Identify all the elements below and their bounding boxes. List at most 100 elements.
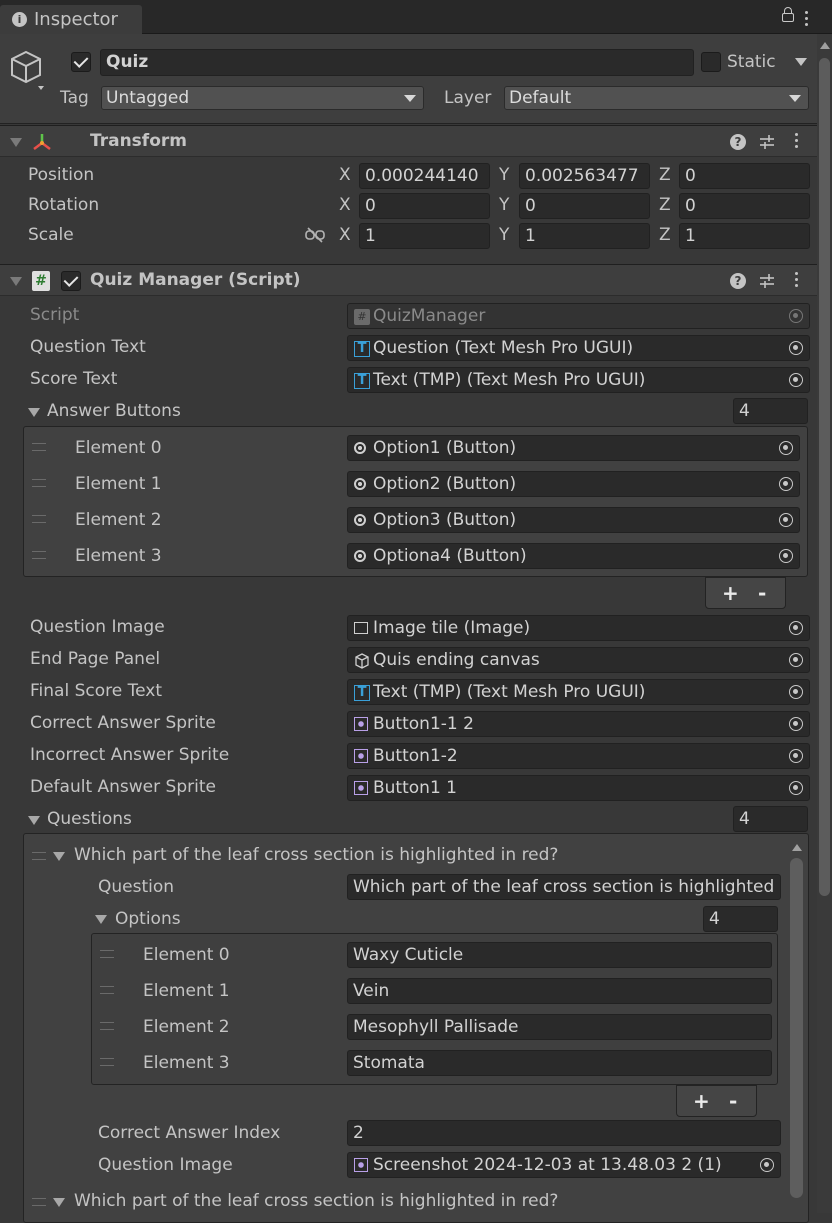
question-foldout-icon[interactable]	[53, 852, 65, 861]
object-picker-icon[interactable]	[779, 549, 793, 563]
layer-dropdown[interactable]: Default	[504, 86, 809, 110]
scale-z-field[interactable]: 1	[679, 223, 810, 249]
position-z-field[interactable]: 0	[679, 163, 810, 189]
transform-foldout-icon[interactable]	[10, 138, 22, 147]
drag-handle-icon[interactable]	[100, 1022, 114, 1030]
inspector-scrollbar[interactable]	[817, 34, 832, 1213]
correct-answer-index-field[interactable]: 2	[347, 1120, 781, 1146]
option-3-field[interactable]: Stomata	[347, 1050, 772, 1076]
list-item-value: Stomata	[353, 1053, 425, 1073]
question-image-field[interactable]: Screenshot 2024-12-03 at 13.48.03 2 (1)	[347, 1152, 781, 1178]
object-picker-icon[interactable]	[789, 717, 803, 731]
scale-x-field[interactable]: 1	[359, 223, 490, 249]
incorrect-answer-sprite-field[interactable]: Button1-2	[347, 743, 810, 769]
scroll-up-arrow-icon[interactable]	[820, 42, 830, 49]
transform-header[interactable]: Transform ?	[0, 125, 832, 157]
rotation-z-field[interactable]: 0	[679, 193, 810, 219]
remove-element-button[interactable]: -	[729, 1089, 737, 1113]
scrollbar-thumb[interactable]	[819, 58, 830, 896]
drag-handle-icon[interactable]	[32, 515, 46, 523]
quiz-manager-header[interactable]: # Quiz Manager (Script) ?	[0, 264, 832, 296]
tab-title: Inspector	[34, 9, 118, 30]
questions-scrollbar[interactable]	[789, 840, 805, 1200]
option-1-field[interactable]: Vein	[347, 978, 772, 1004]
drag-handle-icon[interactable]	[100, 986, 114, 994]
question-field[interactable]: Which part of the leaf cross section is …	[347, 874, 781, 900]
object-name-field[interactable]: Quiz	[100, 49, 694, 76]
object-picker-icon[interactable]	[789, 341, 803, 355]
tab-menu-icon[interactable]	[805, 11, 809, 29]
drag-handle-icon[interactable]	[32, 479, 46, 487]
end-page-panel-field[interactable]: Quis ending canvas	[347, 647, 810, 673]
object-picker-icon[interactable]	[779, 513, 793, 527]
object-picker-icon[interactable]	[789, 685, 803, 699]
add-element-button[interactable]: +	[693, 1089, 710, 1113]
scrollbar-thumb[interactable]	[790, 858, 803, 1198]
options-foldout-icon[interactable]	[95, 915, 107, 924]
object-picker-icon[interactable]	[789, 749, 803, 763]
tab-inspector[interactable]: i Inspector	[0, 5, 142, 34]
position-y-field[interactable]: 0.002563477	[519, 163, 650, 189]
answer-buttons-label[interactable]: Answer Buttons	[47, 399, 181, 423]
answer-buttons-foldout-icon[interactable]	[28, 408, 40, 417]
position-x-field[interactable]: 0.000244140	[359, 163, 490, 189]
final-score-text-field[interactable]: T Text (TMP) (Text Mesh Pro UGUI)	[347, 679, 810, 705]
question-text-field[interactable]: T Question (Text Mesh Pro UGUI)	[347, 335, 810, 361]
remove-element-button[interactable]: -	[758, 581, 766, 605]
object-picker-icon[interactable]	[789, 621, 803, 635]
correct-answer-sprite-field[interactable]: Button1-1 2	[347, 711, 810, 737]
object-active-toggle[interactable]	[71, 52, 91, 72]
object-picker-icon[interactable]	[760, 1158, 774, 1172]
option-0-field[interactable]: Waxy Cuticle	[347, 942, 772, 968]
preset-icon[interactable]	[758, 133, 776, 151]
questions-foldout-icon[interactable]	[28, 816, 40, 825]
rotation-x-value: 0	[365, 196, 376, 216]
answer-button-3-field[interactable]: Optiona4 (Button)	[347, 543, 800, 569]
scroll-up-arrow-icon[interactable]	[792, 844, 802, 851]
question-foldout-icon[interactable]	[53, 1198, 65, 1207]
score-text-field[interactable]: T Text (TMP) (Text Mesh Pro UGUI)	[347, 367, 810, 393]
object-picker-icon[interactable]	[789, 373, 803, 387]
question-1-header[interactable]: Which part of the leaf cross section is …	[74, 1189, 558, 1213]
script-menu-icon[interactable]	[795, 272, 799, 290]
object-picker-icon[interactable]	[789, 653, 803, 667]
constrain-proportions-icon[interactable]	[305, 227, 325, 243]
preset-icon[interactable]	[758, 272, 776, 290]
questions-size-field[interactable]: 4	[733, 806, 808, 832]
drag-handle-icon[interactable]	[32, 551, 46, 559]
drag-handle-icon[interactable]	[100, 1058, 114, 1066]
object-picker-icon[interactable]	[779, 441, 793, 455]
question-0-header[interactable]: Which part of the leaf cross section is …	[74, 843, 558, 867]
rotation-y-field[interactable]: 0	[519, 193, 650, 219]
question-image-field[interactable]: Image tile (Image)	[347, 615, 810, 641]
options-label[interactable]: Options	[115, 907, 181, 931]
transform-menu-icon[interactable]	[795, 133, 799, 151]
incorrect-answer-sprite-label: Incorrect Answer Sprite	[30, 745, 230, 765]
questions-label[interactable]: Questions	[47, 807, 132, 831]
script-value: QuizManager	[373, 306, 486, 326]
script-enabled-toggle[interactable]	[61, 271, 81, 291]
answer-button-1-field[interactable]: Option2 (Button)	[347, 471, 800, 497]
object-picker-icon[interactable]	[789, 781, 803, 795]
answer-button-0-field[interactable]: Option1 (Button)	[347, 435, 800, 461]
drag-handle-icon[interactable]	[32, 852, 46, 860]
object-picker-icon[interactable]	[779, 477, 793, 491]
tag-dropdown[interactable]: Untagged	[101, 86, 424, 110]
drag-handle-icon[interactable]	[100, 950, 114, 958]
rotation-x-field[interactable]: 0	[359, 193, 490, 219]
scale-y-field[interactable]: 1	[519, 223, 650, 249]
options-size-field[interactable]: 4	[703, 906, 778, 932]
script-foldout-icon[interactable]	[10, 277, 22, 286]
help-icon[interactable]: ?	[730, 134, 746, 150]
default-answer-sprite-field[interactable]: Button1 1	[347, 775, 810, 801]
help-icon[interactable]: ?	[730, 273, 746, 289]
drag-handle-icon[interactable]	[32, 443, 46, 451]
answer-buttons-size-field[interactable]: 4	[733, 398, 808, 424]
lock-icon[interactable]	[782, 13, 794, 22]
drag-handle-icon[interactable]	[32, 1198, 46, 1206]
option-2-field[interactable]: Mesophyll Pallisade	[347, 1014, 772, 1040]
add-element-button[interactable]: +	[722, 581, 739, 605]
static-toggle[interactable]	[701, 52, 721, 72]
answer-button-2-field[interactable]: Option3 (Button)	[347, 507, 800, 533]
static-dropdown-icon[interactable]	[795, 58, 807, 66]
